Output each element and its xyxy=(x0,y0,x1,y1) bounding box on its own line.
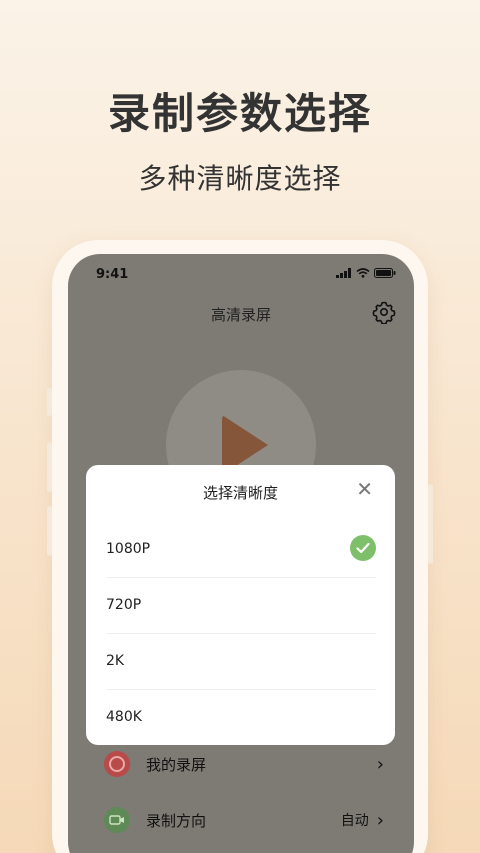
record-icon xyxy=(104,751,130,777)
menu-item-label: 我的录屏 xyxy=(146,755,207,774)
signal-icon xyxy=(336,268,351,278)
option-label: 2K xyxy=(106,653,125,669)
phone-power-button xyxy=(428,484,433,564)
battery-icon xyxy=(374,268,396,278)
menu-item-my-recordings[interactable]: 我的录屏 › xyxy=(104,744,384,784)
phone-volume-up xyxy=(47,442,52,492)
close-icon[interactable]: ✕ xyxy=(356,479,373,499)
promo-subline: 多种清晰度选择 xyxy=(138,162,342,195)
dialog-title: 选择清晰度 xyxy=(202,484,278,502)
status-time: 9:41 xyxy=(96,267,129,282)
resolution-option-480k[interactable]: 480K xyxy=(106,689,376,745)
option-label: 480K xyxy=(106,709,142,725)
chevron-right-icon: › xyxy=(376,753,384,775)
resolution-option-2k[interactable]: 2K xyxy=(106,633,376,689)
status-icons xyxy=(336,268,396,278)
resolution-option-720p[interactable]: 720P xyxy=(106,577,376,633)
resolution-option-1080p[interactable]: 1080P xyxy=(106,521,376,577)
check-icon xyxy=(350,535,376,561)
camera-rotate-icon xyxy=(104,807,130,833)
chevron-right-icon: › xyxy=(376,809,384,831)
phone-volume-down xyxy=(47,506,52,556)
option-label: 1080P xyxy=(106,541,151,557)
orientation-value: 自动 xyxy=(340,813,369,829)
app-title: 高清录屏 xyxy=(210,306,271,324)
wifi-icon xyxy=(356,268,370,278)
gear-icon[interactable] xyxy=(372,300,396,324)
promo-headline: 录制参数选择 xyxy=(107,89,372,138)
phone-side-button xyxy=(47,388,52,416)
resolution-dialog: 选择清晰度 ✕ 1080P 720P 2K 480K xyxy=(86,465,395,745)
menu-item-label: 录制方向 xyxy=(146,811,207,830)
option-label: 720P xyxy=(106,597,142,613)
menu-item-record-orientation[interactable]: 录制方向 自动 › xyxy=(104,800,384,840)
